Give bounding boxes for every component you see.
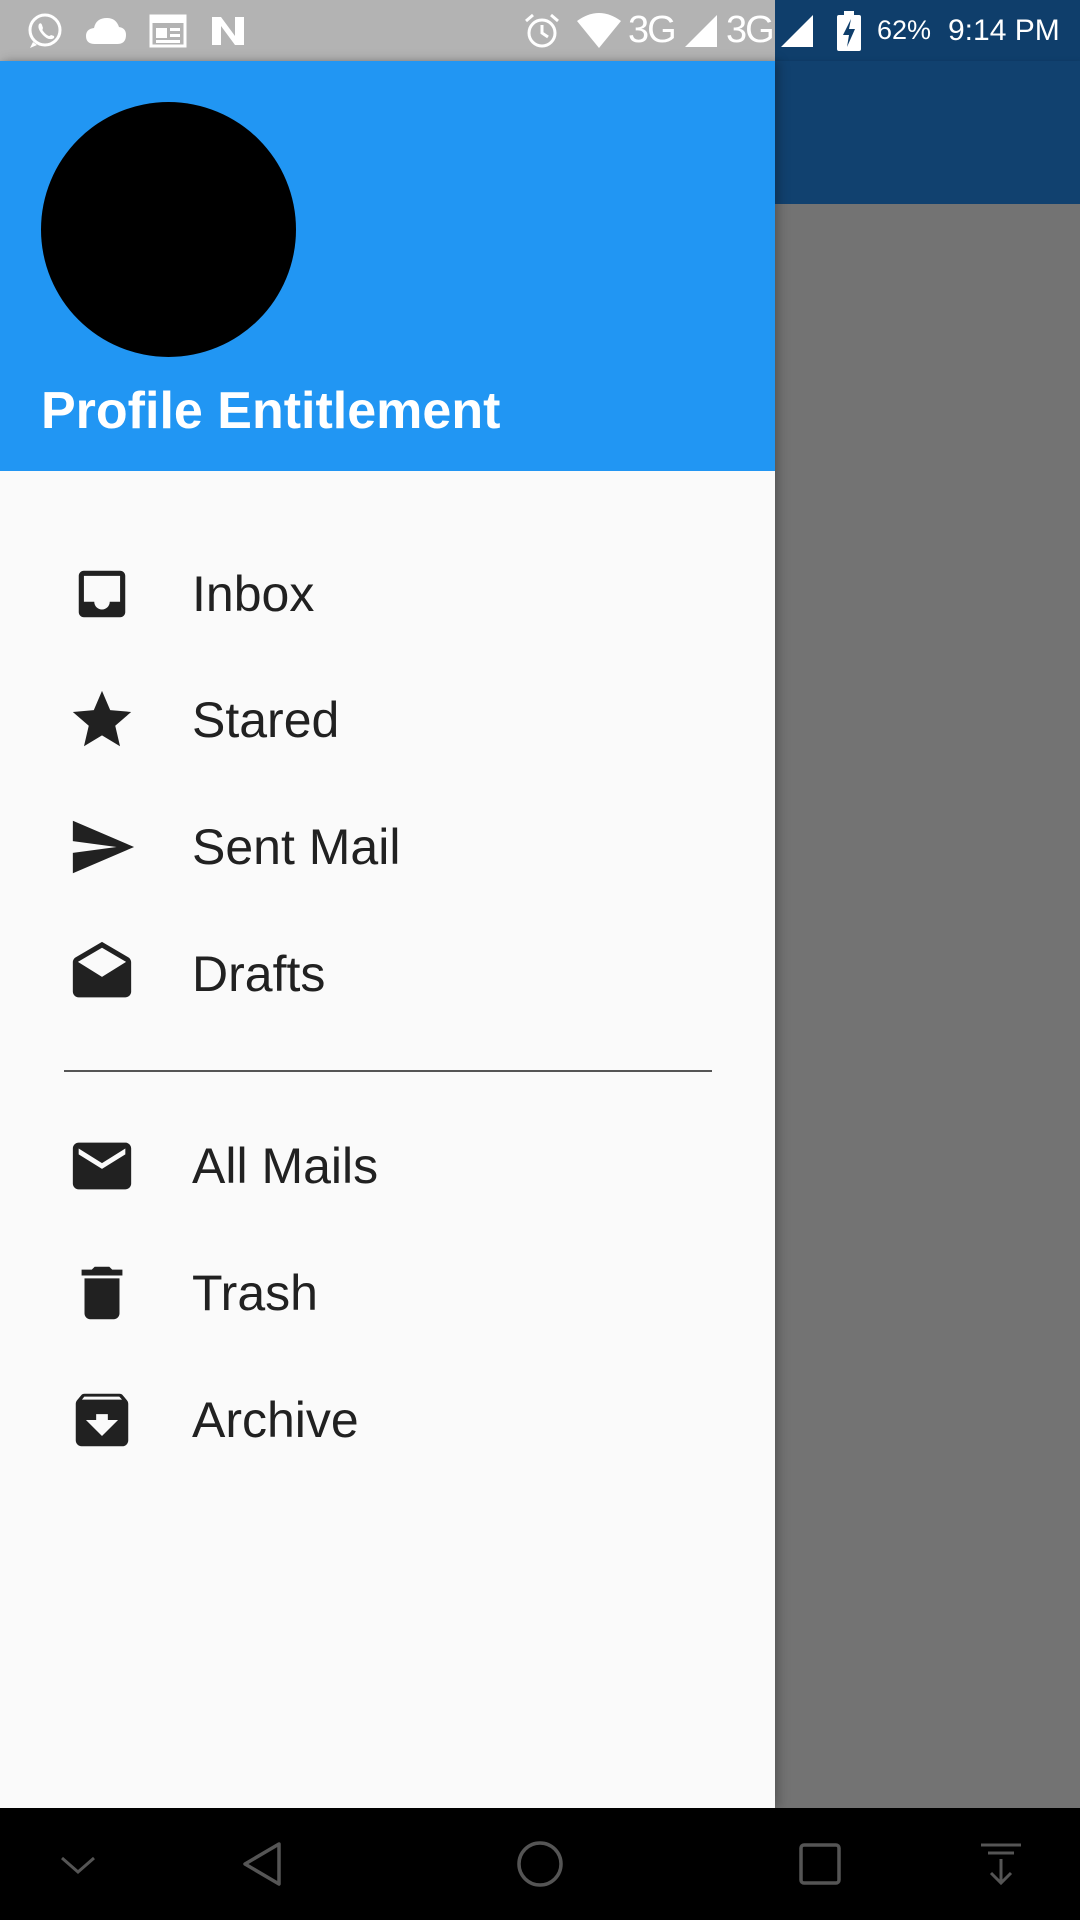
navigation-drawer: Profile Entitlement Inbox Stared Sent Ma… bbox=[0, 61, 775, 1808]
back-icon[interactable] bbox=[222, 1824, 302, 1904]
system-nav-bar bbox=[0, 1808, 1080, 1920]
menu-item-label: Stared bbox=[192, 692, 340, 748]
battery-percent: 62% bbox=[877, 15, 932, 45]
recents-icon[interactable] bbox=[780, 1824, 860, 1904]
drawer-scrim[interactable] bbox=[775, 204, 1080, 1808]
profile-name: Profile Entitlement bbox=[41, 382, 501, 440]
archive-icon bbox=[66, 1384, 138, 1456]
star-icon bbox=[66, 684, 138, 756]
network-type-2: 3G bbox=[726, 9, 775, 51]
battery-charging-icon bbox=[832, 11, 866, 51]
wifi-icon bbox=[576, 11, 622, 51]
trash-icon bbox=[66, 1257, 138, 1329]
news-icon bbox=[146, 11, 190, 51]
alarm-icon bbox=[520, 11, 564, 51]
mail-icon bbox=[66, 1130, 138, 1202]
drafts-icon bbox=[66, 938, 138, 1010]
chevron-down-icon[interactable] bbox=[38, 1824, 118, 1904]
menu-item-stared[interactable]: Stared bbox=[0, 657, 775, 783]
clock: 9:14 PM bbox=[948, 13, 1060, 47]
home-icon[interactable] bbox=[500, 1824, 580, 1904]
menu-item-label: Sent Mail bbox=[192, 819, 401, 875]
menu-item-label: Inbox bbox=[192, 566, 315, 622]
signal-icon bbox=[682, 11, 720, 51]
menu-item-inbox[interactable]: Inbox bbox=[0, 531, 775, 657]
send-icon bbox=[66, 811, 138, 883]
menu-item-label: Drafts bbox=[192, 946, 326, 1002]
network-type-1: 3G bbox=[628, 9, 677, 51]
cloud-icon bbox=[84, 11, 128, 51]
menu-item-label: Trash bbox=[192, 1265, 318, 1321]
menu-item-archive[interactable]: Archive bbox=[0, 1357, 775, 1483]
inbox-icon bbox=[66, 558, 138, 630]
status-bar: 3G 3G 62% 9:14 PM bbox=[0, 0, 1080, 61]
whatsapp-icon bbox=[22, 11, 66, 51]
menu-item-sent-mail[interactable]: Sent Mail bbox=[0, 784, 775, 910]
menu-item-all-mails[interactable]: All Mails bbox=[0, 1103, 775, 1229]
menu-item-drafts[interactable]: Drafts bbox=[0, 911, 775, 1037]
n-app-icon bbox=[206, 11, 250, 51]
menu-divider bbox=[64, 1070, 712, 1072]
menu-item-trash[interactable]: Trash bbox=[0, 1230, 775, 1356]
menu-item-label: All Mails bbox=[192, 1138, 379, 1194]
drawer-header: Profile Entitlement bbox=[0, 61, 775, 471]
avatar[interactable] bbox=[41, 102, 296, 357]
menu-item-label: Archive bbox=[192, 1392, 359, 1448]
notification-pull-icon[interactable] bbox=[961, 1824, 1041, 1904]
signal-icon-2 bbox=[778, 11, 816, 51]
